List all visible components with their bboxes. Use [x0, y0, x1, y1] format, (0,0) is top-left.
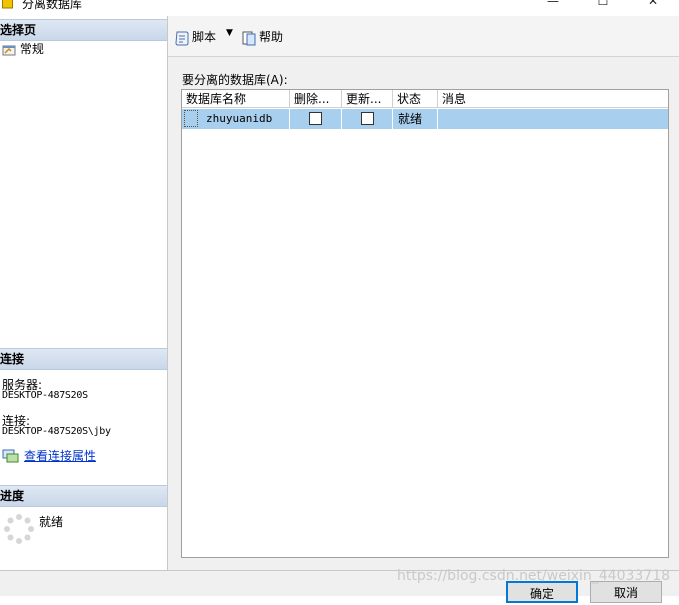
script-button[interactable]: 脚本	[174, 27, 216, 47]
database-icon	[2, 0, 13, 9]
progress-spinner-icon	[4, 514, 34, 544]
progress-status: 就绪	[39, 515, 64, 529]
settings-page-icon	[2, 45, 16, 55]
help-button[interactable]: 帮助	[241, 27, 283, 47]
cancel-button[interactable]: 取消	[590, 581, 662, 603]
maximize-button[interactable]: ☐	[580, 0, 626, 14]
column-header-update[interactable]: 更新...	[342, 90, 393, 108]
update-statistics-checkbox[interactable]	[361, 112, 374, 125]
column-header-status[interactable]: 状态	[393, 90, 438, 108]
help-label: 帮助	[259, 30, 284, 44]
drop-connections-cell	[290, 109, 342, 129]
grid-label: 要分离的数据库(A):	[182, 73, 288, 87]
server-value: DESKTOP-487S20S	[2, 390, 88, 401]
connection-value: DESKTOP-487S20S\jby	[2, 426, 111, 437]
status-cell: 就绪	[393, 109, 438, 129]
view-connection-properties-link[interactable]: 查看连接属性	[24, 447, 96, 464]
minimize-button[interactable]: —	[530, 0, 576, 14]
main-content: 要分离的数据库(A): 数据库名称 删除... 更新... 状态 消息 zhuy…	[168, 57, 679, 570]
toolbar: 脚本 ▼ 帮助	[168, 16, 679, 57]
message-cell	[438, 109, 668, 129]
page-item-label: 常规	[19, 42, 44, 56]
connection-header: 连接	[0, 348, 167, 370]
help-icon	[242, 31, 256, 45]
update-statistics-cell	[342, 109, 393, 129]
page-item-general[interactable]: 常规	[2, 41, 44, 57]
select-page-header: 选择页	[0, 19, 167, 41]
script-dropdown-icon[interactable]: ▼	[226, 28, 233, 38]
column-header-drop[interactable]: 删除...	[290, 90, 342, 108]
connection-properties-icon	[2, 449, 19, 463]
column-header-name[interactable]: 数据库名称	[182, 90, 290, 108]
drop-connections-checkbox[interactable]	[309, 112, 322, 125]
watermark: https://blog.csdn.net/weixin_44033718	[397, 568, 671, 584]
table-row[interactable]: zhuyuanidb 就绪	[182, 109, 668, 129]
column-header-message[interactable]: 消息	[438, 90, 668, 108]
title-bar: 分离数据库 — ☐ ✕	[0, 0, 679, 16]
script-label: 脚本	[192, 30, 217, 44]
close-button[interactable]: ✕	[630, 0, 676, 14]
databases-grid[interactable]: 数据库名称 删除... 更新... 状态 消息 zhuyuanidb 就绪	[181, 89, 669, 558]
left-pane: 选择页 常规 连接 服务器: DESKTOP-487S20S 连接: DESKT…	[0, 16, 168, 570]
window-title: 分离数据库	[22, 0, 83, 11]
grid-header: 数据库名称 删除... 更新... 状态 消息	[182, 90, 668, 108]
script-icon	[175, 31, 189, 45]
database-name-cell: zhuyuanidb	[182, 109, 290, 129]
ok-button[interactable]: 确定	[506, 581, 578, 603]
progress-header: 进度	[0, 485, 167, 507]
